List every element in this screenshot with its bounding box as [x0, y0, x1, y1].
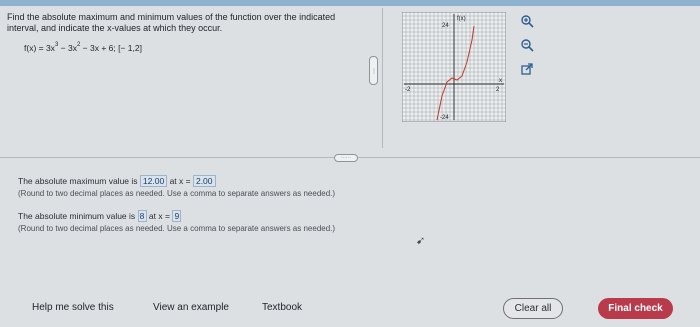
tick-bottom: -24 — [440, 115, 449, 121]
min-rounding-note: (Round to two decimal places as needed. … — [18, 224, 336, 233]
graph-svg: f(x) x 24 -24 2 -2 — [401, 11, 507, 123]
max-answer-block: The absolute maximum value is 12.00 at x… — [18, 175, 335, 198]
tick-left: -2 — [405, 87, 411, 93]
tick-top: 24 — [442, 23, 449, 29]
mouse-cursor-icon: ➹ — [416, 235, 426, 247]
min-answer-block: The absolute minimum value is 8 at x = 9… — [18, 210, 335, 233]
textbook-button[interactable]: Textbook — [262, 302, 302, 313]
section-resize-handle[interactable]: ⋯⋯ — [334, 154, 358, 162]
final-check-button[interactable]: Final check — [598, 298, 673, 319]
x-axis-label: x — [499, 78, 502, 84]
min-prefix: The absolute minimum value is — [18, 211, 136, 221]
function-graph[interactable]: f(x) x 24 -24 2 -2 — [401, 11, 507, 123]
max-rounding-note: (Round to two decimal places as needed. … — [18, 189, 336, 198]
exponent-3: 3 — [54, 42, 59, 49]
function-expression: f(x) = 3x3 − 3x2 − 3x + 6; [− 1,2] — [24, 42, 142, 53]
vertical-divider — [382, 8, 383, 148]
question-text: Find the absolute maximum and minimum va… — [7, 12, 336, 33]
max-value-input[interactable]: 12.00 — [139, 175, 168, 187]
graph-tools — [518, 12, 538, 84]
zoom-out-icon[interactable] — [518, 36, 536, 54]
function-mid: − 3x — [58, 43, 77, 53]
min-x-input[interactable]: 9 — [172, 210, 182, 222]
function-prefix: f(x) = 3x — [24, 43, 55, 53]
max-prefix: The absolute maximum value is — [18, 176, 138, 186]
min-value-input[interactable]: 8 — [137, 210, 147, 222]
function-suffix: − 3x + 6; [− 1,2] — [80, 43, 142, 53]
clear-all-button[interactable]: Clear all — [503, 298, 563, 319]
panel-resize-handle[interactable]: ⋯ — [369, 56, 378, 85]
view-example-button[interactable]: View an example — [153, 302, 229, 313]
zoom-in-icon[interactable] — [518, 12, 536, 30]
top-accent-strip — [0, 0, 700, 6]
exponent-2: 2 — [76, 42, 81, 49]
max-x-input[interactable]: 2.00 — [192, 175, 216, 187]
max-mid: at x = — [169, 176, 191, 186]
external-link-icon[interactable] — [518, 60, 536, 78]
help-me-solve-button[interactable]: Help me solve this — [32, 302, 114, 313]
y-axis-label: f(x) — [457, 16, 466, 22]
min-mid: at x = — [148, 211, 170, 221]
